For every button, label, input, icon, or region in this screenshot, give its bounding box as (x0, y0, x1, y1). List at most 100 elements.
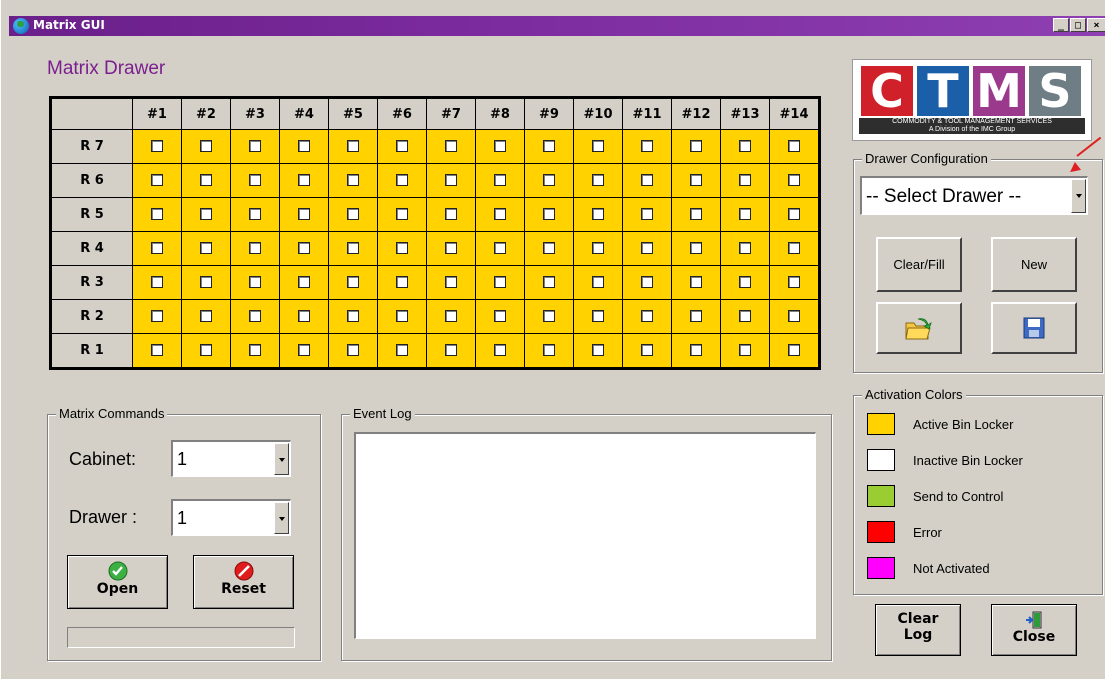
clear-log-button[interactable]: Clear Log (875, 604, 961, 656)
bin-checkbox[interactable] (543, 242, 555, 255)
reset-button[interactable]: Reset (193, 555, 294, 609)
bin-checkbox[interactable] (298, 242, 310, 255)
bin-checkbox[interactable] (347, 208, 359, 221)
bin-checkbox[interactable] (641, 140, 653, 153)
bin-checkbox[interactable] (396, 174, 408, 187)
bin-checkbox[interactable] (543, 140, 555, 153)
bin-checkbox[interactable] (641, 242, 653, 255)
bin-checkbox[interactable] (690, 140, 702, 153)
bin-checkbox[interactable] (151, 344, 163, 357)
chevron-down-icon[interactable] (274, 502, 289, 534)
bin-checkbox[interactable] (445, 242, 457, 255)
bin-checkbox[interactable] (396, 310, 408, 323)
bin-checkbox[interactable] (788, 140, 800, 153)
bin-checkbox[interactable] (347, 344, 359, 357)
bin-checkbox[interactable] (543, 208, 555, 221)
bin-checkbox[interactable] (249, 208, 261, 221)
bin-checkbox[interactable] (347, 310, 359, 323)
bin-checkbox[interactable] (249, 344, 261, 357)
bin-checkbox[interactable] (690, 242, 702, 255)
bin-checkbox[interactable] (788, 310, 800, 323)
bin-checkbox[interactable] (739, 174, 751, 187)
bin-checkbox[interactable] (298, 310, 310, 323)
bin-checkbox[interactable] (151, 310, 163, 323)
bin-checkbox[interactable] (788, 344, 800, 357)
bin-checkbox[interactable] (543, 276, 555, 289)
bin-checkbox[interactable] (739, 344, 751, 357)
bin-checkbox[interactable] (151, 140, 163, 153)
bin-checkbox[interactable] (396, 140, 408, 153)
bin-checkbox[interactable] (592, 310, 604, 323)
bin-checkbox[interactable] (249, 174, 261, 187)
title-bar[interactable]: Matrix GUI _ □ × (9, 16, 1105, 36)
bin-checkbox[interactable] (592, 174, 604, 187)
bin-checkbox[interactable] (298, 140, 310, 153)
bin-checkbox[interactable] (396, 208, 408, 221)
bin-checkbox[interactable] (494, 310, 506, 323)
bin-checkbox[interactable] (200, 310, 212, 323)
bin-checkbox[interactable] (200, 276, 212, 289)
bin-checkbox[interactable] (347, 174, 359, 187)
bin-checkbox[interactable] (690, 344, 702, 357)
maximize-button[interactable]: □ (1070, 18, 1086, 32)
bin-checkbox[interactable] (592, 140, 604, 153)
bin-checkbox[interactable] (200, 174, 212, 187)
bin-checkbox[interactable] (445, 310, 457, 323)
bin-checkbox[interactable] (396, 344, 408, 357)
bin-checkbox[interactable] (641, 276, 653, 289)
close-button[interactable]: Close (991, 604, 1077, 656)
bin-checkbox[interactable] (151, 276, 163, 289)
bin-checkbox[interactable] (494, 140, 506, 153)
bin-checkbox[interactable] (298, 276, 310, 289)
bin-checkbox[interactable] (739, 140, 751, 153)
bin-checkbox[interactable] (494, 242, 506, 255)
bin-checkbox[interactable] (347, 140, 359, 153)
bin-checkbox[interactable] (494, 174, 506, 187)
bin-checkbox[interactable] (298, 344, 310, 357)
save-file-button[interactable] (991, 302, 1077, 354)
clear-fill-button[interactable]: Clear/Fill (876, 237, 962, 292)
bin-checkbox[interactable] (200, 344, 212, 357)
close-window-button[interactable]: × (1087, 18, 1105, 32)
bin-checkbox[interactable] (641, 310, 653, 323)
bin-checkbox[interactable] (592, 242, 604, 255)
bin-checkbox[interactable] (592, 344, 604, 357)
bin-checkbox[interactable] (690, 276, 702, 289)
bin-checkbox[interactable] (445, 276, 457, 289)
bin-checkbox[interactable] (200, 140, 212, 153)
bin-checkbox[interactable] (739, 310, 751, 323)
bin-checkbox[interactable] (151, 208, 163, 221)
bin-checkbox[interactable] (445, 344, 457, 357)
bin-checkbox[interactable] (592, 208, 604, 221)
chevron-down-icon[interactable] (1071, 179, 1086, 213)
bin-checkbox[interactable] (151, 242, 163, 255)
open-button[interactable]: Open (67, 555, 168, 609)
bin-checkbox[interactable] (347, 276, 359, 289)
bin-checkbox[interactable] (298, 208, 310, 221)
bin-checkbox[interactable] (298, 174, 310, 187)
bin-checkbox[interactable] (249, 276, 261, 289)
bin-checkbox[interactable] (739, 208, 751, 221)
bin-checkbox[interactable] (592, 276, 604, 289)
bin-checkbox[interactable] (249, 140, 261, 153)
cabinet-dropdown[interactable]: 1 (171, 440, 291, 477)
select-drawer-dropdown[interactable]: -- Select Drawer -- (860, 176, 1088, 215)
bin-checkbox[interactable] (641, 344, 653, 357)
bin-checkbox[interactable] (788, 276, 800, 289)
new-button[interactable]: New (991, 237, 1077, 292)
bin-checkbox[interactable] (445, 174, 457, 187)
bin-checkbox[interactable] (249, 310, 261, 323)
bin-checkbox[interactable] (543, 310, 555, 323)
drawer-dropdown[interactable]: 1 (171, 499, 291, 536)
bin-checkbox[interactable] (788, 208, 800, 221)
bin-checkbox[interactable] (641, 174, 653, 187)
bin-checkbox[interactable] (494, 344, 506, 357)
bin-checkbox[interactable] (347, 242, 359, 255)
bin-checkbox[interactable] (494, 208, 506, 221)
bin-checkbox[interactable] (641, 208, 653, 221)
chevron-down-icon[interactable] (274, 443, 289, 475)
bin-checkbox[interactable] (788, 174, 800, 187)
event-log-textarea[interactable] (354, 432, 816, 639)
open-file-button[interactable] (876, 302, 962, 354)
bin-checkbox[interactable] (200, 242, 212, 255)
